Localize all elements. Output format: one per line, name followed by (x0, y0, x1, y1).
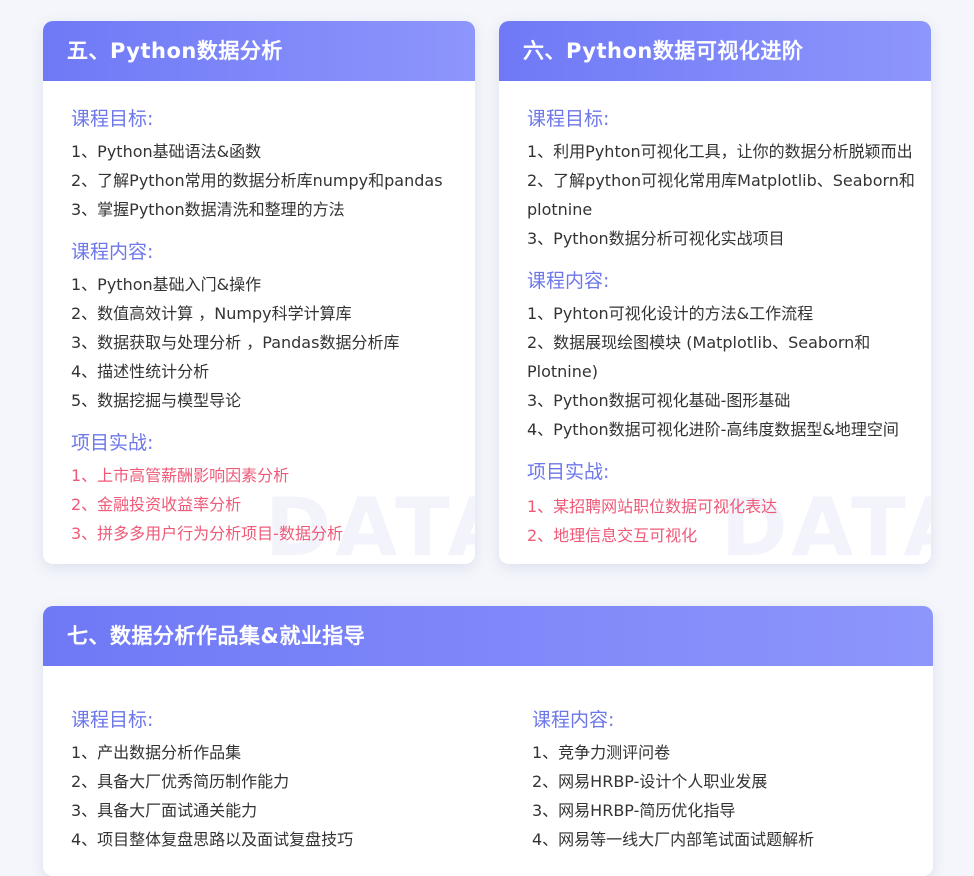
course-card-7: 七、数据分析作品集&就业指导 课程目标: 1、产出数据分析作品集 2、具备大厂优… (43, 606, 933, 876)
project-item: 2、金融投资收益率分析 (71, 495, 242, 514)
card-title: 六、Python数据可视化进阶 (499, 21, 931, 81)
card-title: 五、Python数据分析 (43, 21, 475, 81)
project-item: 2、地理信息交互可视化 (527, 526, 698, 545)
list-item: 4、描述性统计分析 (71, 362, 210, 381)
list-item: 3、掌握Python数据清洗和整理的方法 (71, 200, 345, 219)
goals-section: 课程目标: 1、产出数据分析作品集 2、具备大厂优秀简历制作能力 3、具备大厂面… (71, 706, 353, 854)
project-section: 项目实战: 1、上市高管薪酬影响因素分析 2、金融投资收益率分析 3、拼多多用户… (71, 429, 475, 548)
list-item: 3、具备大厂面试通关能力 (71, 801, 258, 820)
list-item: 2、了解Python常用的数据分析库numpy和pandas (71, 171, 443, 190)
list-item: 2、数据展现绘图模块 (Matplotlib、Seaborn和Plotnine) (527, 333, 871, 381)
list-item: 3、Python数据可视化基础-图形基础 (527, 391, 791, 410)
goals-section: 课程目标: 1、Python基础语法&函数 2、了解Python常用的数据分析库… (71, 105, 475, 224)
list-item: 1、利用Pyhton可视化工具，让你的数据分析脱颖而出 (527, 142, 913, 161)
card-body: DATA 课程目标: 1、利用Pyhton可视化工具，让你的数据分析脱颖而出 2… (499, 81, 931, 564)
list-item: 4、Python数据可视化进阶-高纬度数据型&地理空间 (527, 420, 899, 439)
sparkle-decoration (838, 834, 866, 848)
project-item: 3、拼多多用户行为分析项目-数据分析 (71, 524, 343, 543)
list-item: 1、Python基础语法&函数 (71, 142, 262, 161)
section-title: 课程内容: (527, 270, 610, 292)
section-title: 课程目标: (71, 108, 154, 130)
content-section: 课程内容: 1、Pyhton可视化设计的方法&工作流程 2、数据展现绘图模块 (… (527, 267, 931, 444)
content-section: 课程内容: 1、Python基础入门&操作 2、数值高效计算 ，Numpy科学计… (71, 238, 475, 415)
card-body: DATA 课程目标: 1、Python基础语法&函数 2、了解Python常用的… (43, 81, 475, 564)
project-item: 1、某招聘网站职位数据可视化表达 (527, 497, 778, 516)
goals-section: 课程目标: 1、利用Pyhton可视化工具，让你的数据分析脱颖而出 2、了解py… (527, 105, 931, 253)
list-item: 3、网易HRBP-简历优化指导 (532, 801, 736, 820)
list-item: 2、具备大厂优秀简历制作能力 (71, 772, 290, 791)
list-item: 1、Python基础入门&操作 (71, 275, 262, 294)
section-title: 项目实战: (71, 432, 154, 454)
list-item: 5、数据挖掘与模型导论 (71, 391, 242, 410)
list-item: 3、Python数据分析可视化实战项目 (527, 229, 785, 248)
section-title: 课程目标: (71, 709, 154, 731)
list-item: 4、网易等一线大厂内部笔试面试题解析 (532, 830, 815, 849)
section-title: 项目实战: (527, 461, 610, 483)
list-item: 2、数值高效计算 ，Numpy科学计算库 (71, 304, 352, 323)
list-item: 1、产出数据分析作品集 (71, 743, 242, 762)
project-section: 项目实战: 1、某招聘网站职位数据可视化表达 2、地理信息交互可视化 (527, 458, 931, 550)
card-title: 七、数据分析作品集&就业指导 (43, 606, 933, 666)
course-card-5: 五、Python数据分析 DATA 课程目标: 1、Python基础语法&函数 … (43, 21, 475, 564)
section-title: 课程内容: (71, 241, 154, 263)
list-item: 3、数据获取与处理分析 ，Pandas数据分析库 (71, 333, 400, 352)
list-item: 4、项目整体复盘思路以及面试复盘技巧 (71, 830, 354, 849)
project-item: 1、上市高管薪酬影响因素分析 (71, 466, 290, 485)
section-title: 课程内容: (532, 709, 615, 731)
list-item: 1、Pyhton可视化设计的方法&工作流程 (527, 304, 814, 323)
section-title: 课程目标: (527, 108, 610, 130)
list-item: 2、了解python可视化常用库Matplotlib、Seaborn和plotn… (527, 171, 915, 219)
list-item: 1、竞争力测评问卷 (532, 743, 671, 762)
list-item: 2、网易HRBP-设计个人职业发展 (532, 772, 768, 791)
content-section: 课程内容: 1、竞争力测评问卷 2、网易HRBP-设计个人职业发展 3、网易HR… (532, 706, 814, 854)
course-card-6: 六、Python数据可视化进阶 DATA 课程目标: 1、利用Pyhton可视化… (499, 21, 931, 564)
